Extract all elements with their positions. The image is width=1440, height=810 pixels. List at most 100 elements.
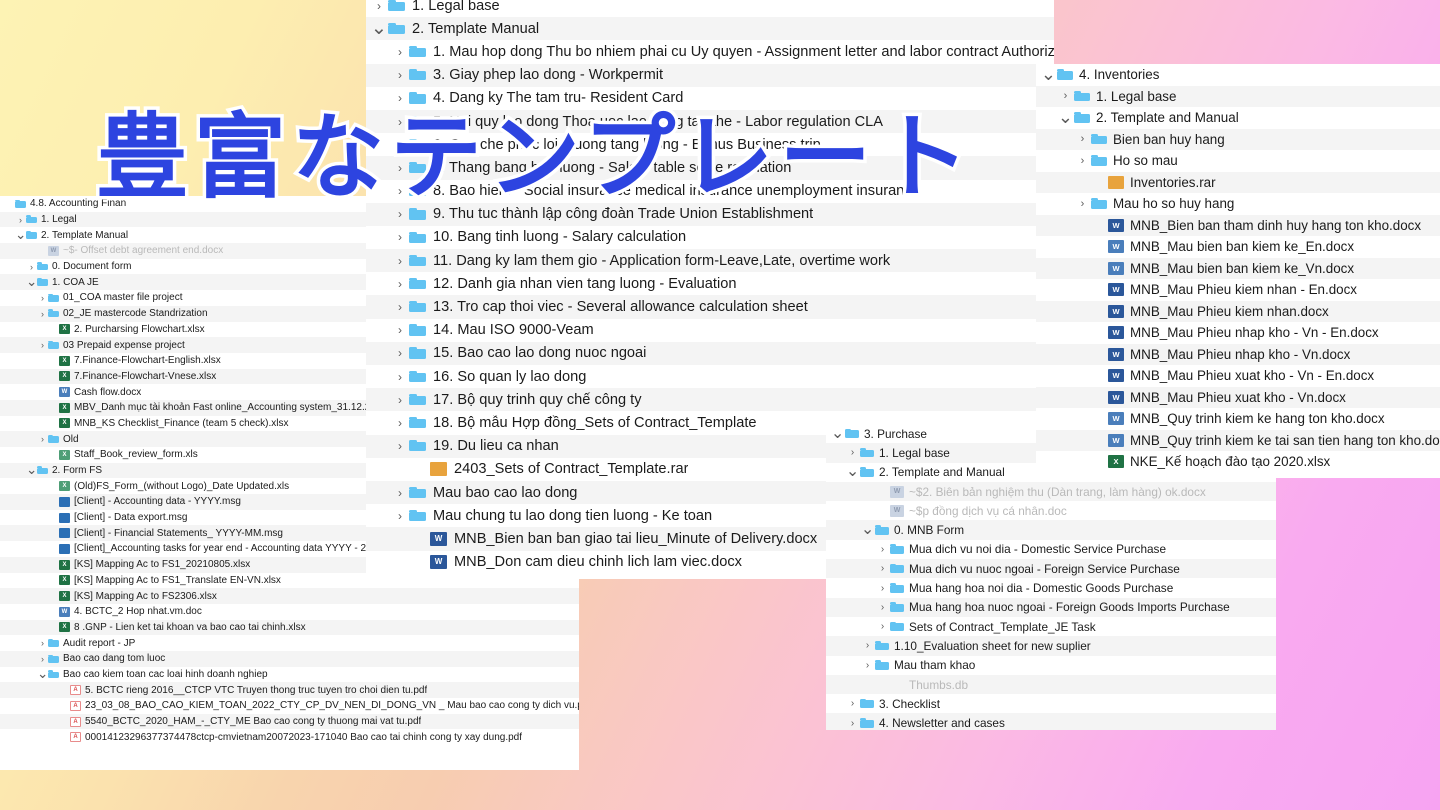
chevron-right-icon[interactable]: › [37, 654, 48, 664]
chevron-down-icon[interactable]: ⌄ [26, 275, 37, 288]
chevron-right-icon[interactable]: › [875, 621, 890, 632]
chevron-right-icon[interactable]: › [1074, 155, 1091, 167]
chevron-right-icon[interactable]: › [875, 602, 890, 613]
tree-row[interactable]: › Mua dich vu noi dia - Domestic Service … [826, 539, 1276, 560]
tree-row[interactable]: ⌄ 2. Template and Manual [1036, 107, 1440, 129]
chevron-down-icon[interactable]: ⌄ [1040, 65, 1057, 83]
tree-row[interactable]: W ~$p đồng dịch vụ cá nhân.doc [826, 501, 1276, 521]
tree-row[interactable]: › 14. Mau ISO 9000-Veam [366, 318, 1054, 342]
chevron-right-icon[interactable]: › [1074, 198, 1091, 210]
tree-row[interactable]: › Sets of Contract_Template_JE Task [826, 616, 1276, 637]
tree-row[interactable]: A 5540_BCTC_2020_HAM_-_CTY_ME Bao cao con… [0, 713, 579, 730]
tree-row[interactable]: › 1. Mau hop dong Thu bo nhiem phai cu Uy… [366, 40, 1054, 64]
tree-row[interactable]: › 17. Bộ quy trinh quy chế công ty [366, 388, 1054, 412]
chevron-down-icon[interactable]: ⌄ [830, 425, 845, 441]
tree-row[interactable]: A 00014123296377374478ctcp-cmvietnam20072… [0, 729, 579, 746]
tree-row[interactable]: X [KS] Mapping Ac to FS2306.xlsx [0, 588, 579, 604]
inventories-file-tree[interactable]: ⌄ 4. Inventories › 1. Legal base ⌄ 2. Templat… [1036, 64, 1440, 478]
tree-row[interactable]: ⌄ 0. MNB Form [826, 520, 1276, 540]
tree-row[interactable]: › 1. Legal base [366, 0, 1054, 18]
chevron-down-icon[interactable]: ⌄ [845, 464, 860, 480]
tree-row[interactable]: › Mua dich vu nuoc ngoai - Foreign Servic… [826, 559, 1276, 579]
chevron-right-icon[interactable]: › [391, 323, 409, 337]
tree-row[interactable]: W 4. BCTC_2 Hop nhat.vm.doc [0, 603, 579, 620]
tree-row[interactable]: › Audit report - JP [0, 635, 579, 651]
tree-row[interactable]: W MNB_Mau bien ban kiem ke_En.docx [1036, 236, 1440, 258]
chevron-right-icon[interactable]: › [845, 718, 860, 729]
chevron-right-icon[interactable]: › [391, 277, 409, 291]
tree-row[interactable]: X 8 .GNP - Lien ket tai khoan va bao cao … [0, 619, 579, 636]
chevron-right-icon[interactable]: › [391, 439, 409, 453]
chevron-right-icon[interactable]: › [37, 309, 48, 319]
tree-row[interactable]: › 3. Giay phep lao dong - Workpermit [366, 63, 1054, 87]
chevron-right-icon[interactable]: › [391, 254, 409, 268]
chevron-right-icon[interactable]: › [1057, 90, 1074, 102]
chevron-right-icon[interactable]: › [37, 638, 48, 648]
chevron-right-icon[interactable]: › [37, 434, 48, 444]
tree-row[interactable]: › 16. So quan ly lao dong [366, 365, 1054, 389]
tree-row[interactable]: A 5. BCTC rieng 2016__CTCP VTC Truyen tho… [0, 682, 579, 698]
tree-row[interactable]: ⌄ Bao cao kiem toan cac loai hinh doanh n… [0, 666, 579, 683]
chevron-right-icon[interactable]: › [391, 393, 409, 407]
chevron-right-icon[interactable]: › [391, 230, 409, 244]
tree-row[interactable]: W MNB_Mau Phieu xuat kho - Vn.docx [1036, 386, 1440, 408]
tree-row[interactable]: W MNB_Mau Phieu kiem nhan - En.docx [1036, 279, 1440, 301]
tree-row[interactable]: › Bao cao dang tom luoc [0, 650, 579, 667]
tree-row[interactable]: W MNB_Mau Phieu xuat kho - Vn - En.docx [1036, 365, 1440, 387]
chevron-right-icon[interactable]: › [1074, 133, 1091, 145]
chevron-right-icon[interactable]: › [37, 293, 48, 303]
chevron-down-icon[interactable]: ⌄ [370, 18, 388, 37]
tree-row[interactable]: ⌄ 2. Template Manual [366, 17, 1054, 41]
tree-row[interactable]: › 13. Tro cap thoi viec - Several allowan… [366, 295, 1054, 319]
tree-row[interactable]: W ~$2. Biên bản nghiệm thu (Dàn trang, là… [826, 481, 1276, 502]
tree-row[interactable]: › 3. Checklist [826, 694, 1276, 714]
chevron-down-icon[interactable]: ⌄ [1057, 108, 1074, 126]
tree-row[interactable]: › 11. Dang ky lam them gio - Application … [366, 249, 1054, 273]
chevron-down-icon[interactable]: ⌄ [26, 463, 37, 476]
tree-row[interactable]: › 4. Newsletter and cases [826, 713, 1276, 730]
chevron-right-icon[interactable]: › [860, 660, 875, 671]
chevron-right-icon[interactable]: › [391, 346, 409, 360]
tree-row[interactable]: › 1. Legal base [1036, 85, 1440, 107]
chevron-right-icon[interactable]: › [391, 509, 409, 523]
chevron-right-icon[interactable]: › [860, 640, 875, 651]
tree-row[interactable]: ⌄ 4. Inventories [1036, 64, 1440, 86]
chevron-right-icon[interactable]: › [370, 0, 388, 13]
chevron-right-icon[interactable]: › [391, 416, 409, 430]
chevron-right-icon[interactable]: › [875, 583, 890, 594]
tree-row[interactable]: › Ho so mau [1036, 150, 1440, 172]
chevron-right-icon[interactable]: › [391, 370, 409, 384]
tree-row[interactable]: W MNB_Quy trinh kiem ke hang ton kho.docx [1036, 408, 1440, 430]
tree-row[interactable]: › Mua hang hoa nuoc ngoai - Foreign Goods… [826, 597, 1276, 617]
tree-row[interactable]: W MNB_Bien ban tham dinh huy hang ton kho… [1036, 214, 1440, 236]
chevron-right-icon[interactable]: › [845, 447, 860, 458]
chevron-right-icon[interactable]: › [875, 563, 890, 574]
chevron-right-icon[interactable]: › [391, 68, 409, 82]
tree-row[interactable]: W MNB_Mau Phieu nhap kho - Vn - En.docx [1036, 322, 1440, 344]
chevron-right-icon[interactable]: › [391, 486, 409, 500]
chevron-right-icon[interactable]: › [37, 340, 48, 350]
tree-row[interactable]: › Bien ban huy hang [1036, 128, 1440, 150]
tree-row[interactable]: › 1.10_Evaluation sheet for new suplier [826, 636, 1276, 656]
tree-row[interactable]: A 23_03_08_BAO_CAO_KIEM_TOAN_2022_CTY_CP_… [0, 698, 579, 714]
tree-row[interactable]: W MNB_Mau Phieu kiem nhan.docx [1036, 300, 1440, 322]
chevron-right-icon[interactable]: › [391, 300, 409, 314]
chevron-down-icon[interactable]: ⌄ [15, 228, 26, 241]
chevron-down-icon[interactable]: ⌄ [860, 522, 875, 538]
tree-row[interactable]: › 12. Danh gia nhan vien tang luong - Eva… [366, 272, 1054, 296]
tree-row[interactable]: Thumbs.db [826, 674, 1276, 695]
tree-row[interactable]: › 15. Bao cao lao dong nuoc ngoai [366, 341, 1054, 365]
chevron-down-icon[interactable]: ⌄ [37, 667, 48, 680]
chevron-right-icon[interactable]: › [875, 544, 890, 555]
chevron-right-icon[interactable]: › [391, 45, 409, 59]
tree-row[interactable]: › 10. Bang tinh luong - Salary calculatio… [366, 225, 1054, 250]
tree-row[interactable]: Inventories.rar [1036, 171, 1440, 193]
chevron-right-icon[interactable]: › [26, 262, 37, 272]
tree-row[interactable]: X NKE_Kế hoạch đào tạo 2020.xlsx [1036, 451, 1440, 473]
chevron-right-icon[interactable]: › [15, 215, 26, 225]
tree-row[interactable]: › Mua hang hoa noi dia - Domestic Goods P… [826, 578, 1276, 598]
tree-row[interactable]: › Mau ho so huy hang [1036, 193, 1440, 215]
chevron-right-icon[interactable]: › [845, 698, 860, 709]
tree-row[interactable]: W MNB_Mau Phieu nhap kho - Vn.docx [1036, 343, 1440, 365]
tree-row[interactable]: W MNB_Mau bien ban kiem ke_Vn.docx [1036, 257, 1440, 279]
